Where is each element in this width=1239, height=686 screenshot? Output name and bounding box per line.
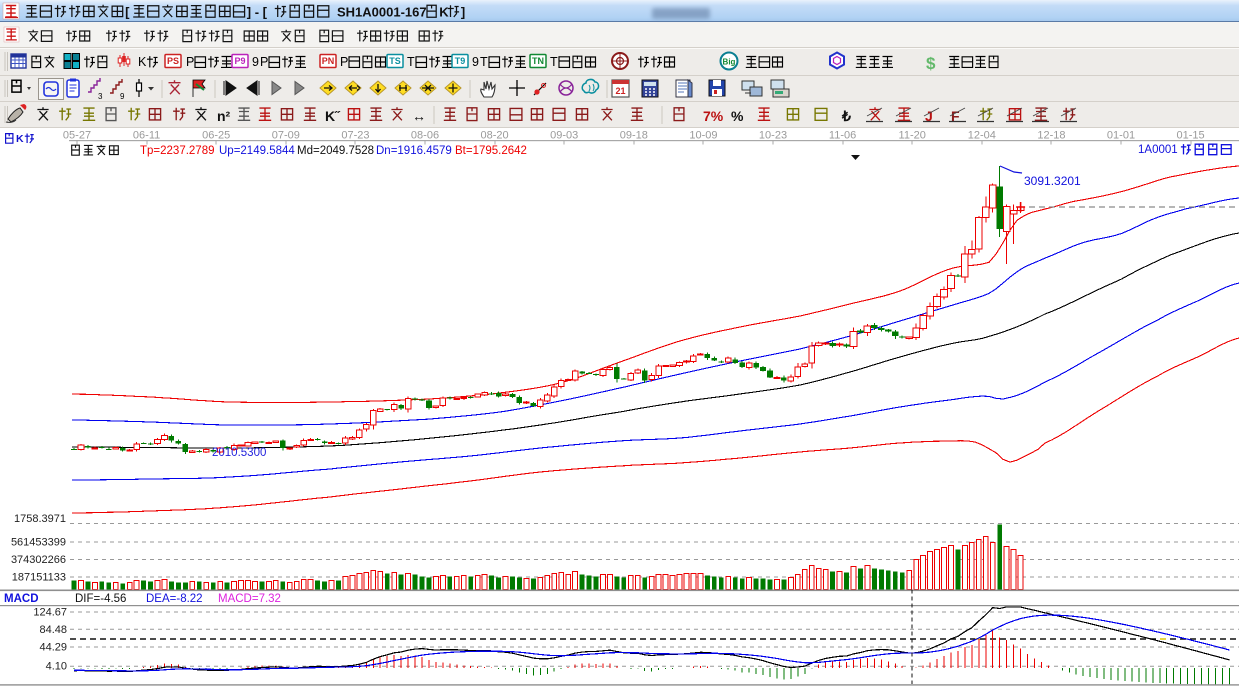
svg-text:MACD: MACD [4, 593, 39, 605]
svg-text:$: $ [926, 54, 936, 73]
svg-text:Md=2049.7528: Md=2049.7528 [297, 145, 374, 157]
svg-text:06-25: 06-25 [202, 130, 230, 142]
svg-text:84.48: 84.48 [39, 624, 67, 636]
svg-text:DEA=-8.22: DEA=-8.22 [146, 593, 203, 605]
svg-text:P: P [186, 55, 194, 69]
svg-text:4.10: 4.10 [46, 661, 67, 673]
svg-text:K: K [16, 133, 24, 145]
svg-text:SH1A0001-167: SH1A0001-167 [337, 5, 427, 20]
svg-text:T: T [480, 55, 488, 69]
svg-text:9: 9 [120, 92, 125, 101]
svg-text:10-09: 10-09 [689, 130, 717, 142]
svg-text:561453399: 561453399 [11, 537, 66, 549]
svg-text:n²: n² [217, 108, 231, 124]
svg-text:08-20: 08-20 [481, 130, 509, 142]
svg-text:TN: TN [532, 56, 544, 66]
svg-text:₺: ₺ [841, 108, 851, 124]
svg-text:Big: Big [723, 58, 736, 67]
svg-text:T: T [407, 55, 415, 69]
svg-text:1758.3971: 1758.3971 [14, 513, 66, 525]
svg-text:Bt=1795.2642: Bt=1795.2642 [455, 145, 527, 157]
svg-text:09-18: 09-18 [620, 130, 648, 142]
svg-text:05-27: 05-27 [63, 130, 91, 142]
svg-text:2010.5300: 2010.5300 [212, 447, 266, 459]
svg-text:12-18: 12-18 [1037, 130, 1065, 142]
svg-text:07-23: 07-23 [341, 130, 369, 142]
svg-text:9: 9 [472, 55, 479, 69]
svg-text:P: P [260, 55, 268, 69]
svg-text:7%: 7% [703, 108, 724, 124]
svg-text:3091.3201: 3091.3201 [1024, 174, 1081, 188]
svg-text:T: T [550, 55, 558, 69]
svg-text:TS: TS [389, 56, 401, 66]
svg-text:01-01: 01-01 [1107, 130, 1135, 142]
svg-text:11-20: 11-20 [899, 130, 926, 142]
svg-text:DIF=-4.56: DIF=-4.56 [75, 593, 126, 605]
svg-text:K˝: K˝ [325, 108, 341, 124]
svg-text:21: 21 [615, 86, 625, 96]
svg-text:06-11: 06-11 [133, 130, 160, 142]
svg-text:↔: ↔ [412, 108, 426, 124]
svg-text:10-23: 10-23 [759, 130, 787, 142]
svg-text:T9: T9 [455, 56, 466, 66]
svg-text:PS: PS [167, 56, 179, 66]
svg-text:]: ] [461, 5, 465, 20]
svg-text:12-04: 12-04 [968, 130, 996, 142]
svg-text:Dn=1916.4579: Dn=1916.4579 [376, 145, 452, 157]
svg-text:PN: PN [322, 56, 335, 66]
svg-text:1A0001: 1A0001 [1138, 144, 1178, 156]
svg-text:08-06: 08-06 [411, 130, 439, 142]
svg-text:Tp=2237.2789: Tp=2237.2789 [140, 145, 215, 157]
svg-text:07-09: 07-09 [272, 130, 300, 142]
svg-text:K: K [439, 5, 449, 20]
svg-text:] - [: ] - [ [247, 5, 268, 20]
svg-text:3: 3 [98, 92, 103, 101]
svg-text:09-03: 09-03 [550, 130, 578, 142]
svg-text:P9: P9 [234, 56, 245, 66]
svg-text:124.67: 124.67 [33, 607, 67, 619]
svg-text:[: [ [125, 5, 130, 20]
svg-text:187151133: 187151133 [12, 572, 66, 584]
svg-text:Up=2149.5844: Up=2149.5844 [219, 145, 295, 157]
svg-text:374302266: 374302266 [11, 554, 66, 566]
svg-text:MACD=7.32: MACD=7.32 [218, 593, 281, 605]
svg-text:K: K [138, 55, 147, 69]
svg-text:11-06: 11-06 [829, 130, 856, 142]
svg-text:P: P [340, 55, 348, 69]
svg-text:44.29: 44.29 [39, 642, 67, 654]
svg-text:01-15: 01-15 [1177, 130, 1205, 142]
svg-text:%: % [731, 108, 744, 124]
svg-text:9: 9 [252, 55, 259, 69]
